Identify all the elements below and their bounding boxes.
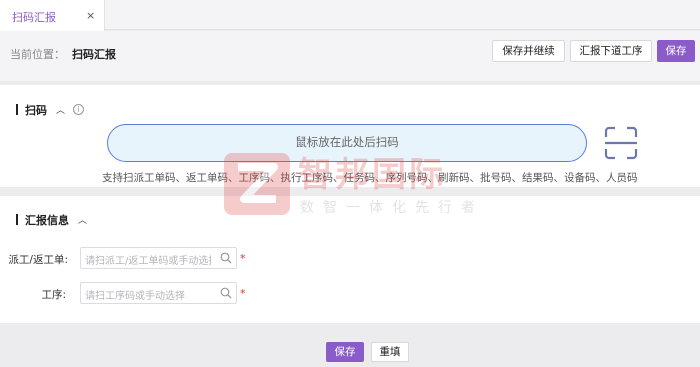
save-button[interactable]: 保存 <box>657 40 695 62</box>
tab-bar: 扫码汇报 × <box>0 0 700 31</box>
process-label: 工序: <box>41 289 66 301</box>
top-bar: 当前位置： 扫码汇报 保存并继续 汇报下道工序 保存 <box>0 31 700 81</box>
breadcrumb-label: 当前位置： <box>10 48 65 61</box>
section-marker <box>16 104 18 115</box>
scan-section-title: 扫码 <box>25 104 47 117</box>
reset-button[interactable]: 重填 <box>371 342 409 362</box>
logo-mark-icon <box>224 153 290 215</box>
watermark-logo: 智邦国际 数智一体化先行者 <box>224 153 475 218</box>
chevron-up-icon[interactable]: ︿ <box>56 103 65 116</box>
watermark-subtitle: 数智一体化先行者 <box>300 200 484 216</box>
tab-label: 扫码汇报 <box>12 11 56 24</box>
dispatch-order-label: 派工/返工单: <box>8 254 68 266</box>
process-input[interactable]: 请扫工序码或手动选择 <box>80 282 237 304</box>
search-icon[interactable] <box>220 287 232 299</box>
dispatch-order-input[interactable]: 请扫派工/返工单码或手动选择 <box>80 247 237 269</box>
close-icon[interactable]: × <box>86 9 95 22</box>
search-icon[interactable] <box>220 252 232 264</box>
info-icon[interactable]: i <box>73 104 84 115</box>
chevron-up-icon[interactable]: ︿ <box>78 213 87 226</box>
report-next-process-button[interactable]: 汇报下道工序 <box>570 40 652 62</box>
dispatch-order-placeholder: 请扫派工/返工单码或手动选择 <box>85 256 211 267</box>
watermark-title: 智邦国际 <box>298 155 446 195</box>
process-placeholder: 请扫工序码或手动选择 <box>85 291 185 302</box>
footer-save-button[interactable]: 保存 <box>326 342 364 362</box>
breadcrumb: 扫码汇报 <box>72 48 116 61</box>
save-continue-button[interactable]: 保存并继续 <box>492 40 565 62</box>
scan-icon[interactable] <box>604 126 638 160</box>
required-marker: * <box>240 287 246 300</box>
tab-scan-report[interactable]: 扫码汇报 × <box>0 0 105 31</box>
required-marker: * <box>240 252 246 265</box>
report-section-title: 汇报信息 <box>25 214 69 227</box>
section-marker <box>16 214 18 225</box>
